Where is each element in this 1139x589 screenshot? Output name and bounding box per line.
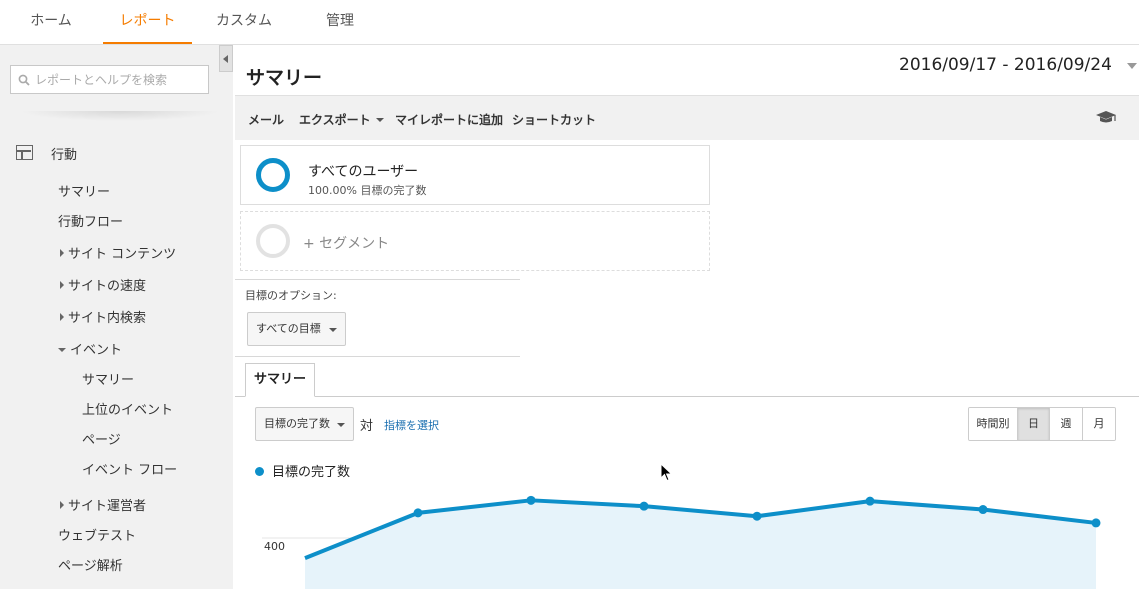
- nav-tab-admin[interactable]: 管理: [310, 0, 370, 44]
- data-point[interactable]: [978, 505, 988, 515]
- mouse-cursor-icon: [660, 463, 673, 482]
- behavior-icon: [16, 145, 33, 160]
- export-button[interactable]: エクスポート: [299, 111, 384, 128]
- date-range-picker[interactable]: 2016/09/17 - 2016/09/24: [895, 52, 1137, 82]
- legend-label: 目標の完了数: [272, 465, 351, 480]
- data-point[interactable]: [752, 511, 762, 521]
- chevron-down-icon: [375, 118, 384, 122]
- sidebar-item-events[interactable]: イベント: [58, 339, 122, 358]
- expand-arrow-icon: [60, 281, 64, 289]
- metric-select-dropdown[interactable]: 目標の完了数: [255, 407, 354, 441]
- segment-all-users[interactable]: すべてのユーザー 100.00% 目標の完了数: [240, 145, 710, 205]
- sidebar: 行動 サマリー 行動フロー サイト コンテンツ サイトの速度 サイト内検索 イベ…: [0, 45, 233, 589]
- shortcut-button[interactable]: ショートカット: [512, 111, 596, 128]
- expand-arrow-icon: [60, 501, 64, 509]
- sidebar-item-events-flow[interactable]: イベント フロー: [82, 459, 177, 478]
- segment-ring-icon: [256, 158, 290, 192]
- data-point[interactable]: [1091, 518, 1101, 528]
- search-icon: [18, 74, 30, 86]
- expand-arrow-icon: [60, 313, 64, 321]
- sidebar-section-behavior[interactable]: 行動: [51, 144, 77, 163]
- sidebar-item-site-search[interactable]: サイト内検索: [60, 307, 146, 326]
- goal-options-label: 目標のオプション:: [245, 289, 337, 302]
- search-box[interactable]: [10, 65, 209, 94]
- sidebar-item-label: サイト コンテンツ: [68, 247, 177, 262]
- nav-tab-reports[interactable]: レポート: [103, 0, 192, 44]
- sidebar-item-behavior-flow[interactable]: 行動フロー: [58, 211, 123, 230]
- tab-underline: [235, 396, 1139, 397]
- y-tick-label: 800: [264, 485, 285, 486]
- select-metric-link[interactable]: 指標を選択: [384, 417, 439, 433]
- sidebar-item-label: サイト運営者: [68, 499, 147, 514]
- search-input[interactable]: [35, 70, 205, 90]
- expand-arrow-icon: [60, 249, 64, 257]
- collapse-sidebar-button[interactable]: [219, 45, 233, 72]
- sidebar-item-label: サイトの速度: [68, 279, 147, 294]
- sidebar-item-pages[interactable]: ページ: [82, 429, 121, 448]
- granularity-week-button[interactable]: 週: [1049, 408, 1082, 440]
- chart-legend: 目標の完了数: [255, 461, 350, 480]
- sidebar-item-site-content[interactable]: サイト コンテンツ: [60, 243, 176, 262]
- granularity-day-button[interactable]: 日: [1017, 408, 1049, 440]
- sidebar-item-label: イベント: [70, 343, 123, 358]
- sidebar-item-experiments[interactable]: ウェブテスト: [58, 525, 136, 544]
- divider: [235, 279, 520, 280]
- sidebar-item-publisher[interactable]: サイト運営者: [60, 495, 146, 514]
- collapse-arrow-icon: [58, 348, 66, 352]
- granularity-month-button[interactable]: 月: [1082, 408, 1115, 440]
- data-point[interactable]: [413, 508, 423, 518]
- page-title: サマリー: [246, 67, 323, 89]
- email-button[interactable]: メール: [248, 111, 284, 128]
- data-point[interactable]: [526, 495, 536, 505]
- date-range-text: 2016/09/17 - 2016/09/24: [899, 55, 1112, 75]
- segment-subtitle: 100.00% 目標の完了数: [308, 184, 427, 197]
- metric-select-value: 目標の完了数: [264, 417, 330, 430]
- graduation-cap-icon[interactable]: [1095, 109, 1117, 125]
- sidebar-item-label: サイト内検索: [68, 311, 147, 326]
- goal-select-value: すべての目標: [256, 322, 321, 335]
- sidebar-item-summary[interactable]: サマリー: [58, 181, 110, 200]
- search-divider-shadow: [20, 111, 220, 121]
- chevron-down-icon: [1127, 63, 1137, 69]
- sidebar-item-site-speed[interactable]: サイトの速度: [60, 275, 146, 294]
- goal-select-dropdown[interactable]: すべての目標: [247, 312, 346, 346]
- add-segment-label: + セグメント: [303, 236, 390, 252]
- nav-tab-custom[interactable]: カスタム: [205, 0, 283, 44]
- data-point[interactable]: [865, 496, 875, 506]
- line-chart: 400 800: [262, 485, 1101, 589]
- versus-label: 対: [360, 419, 374, 434]
- sidebar-item-events-summary[interactable]: サマリー: [82, 369, 134, 388]
- divider: [235, 356, 520, 357]
- export-label: エクスポート: [299, 113, 371, 127]
- time-granularity-toggle: 時間別 日 週 月: [968, 407, 1116, 441]
- add-segment-button[interactable]: + セグメント: [240, 211, 710, 271]
- legend-dot: [255, 467, 264, 476]
- granularity-hourly-button[interactable]: 時間別: [969, 408, 1017, 440]
- tab-summary[interactable]: サマリー: [245, 363, 315, 397]
- sidebar-item-top-events[interactable]: 上位のイベント: [82, 399, 173, 418]
- segment-title: すべてのユーザー: [308, 164, 419, 180]
- empty-segment-ring-icon: [256, 224, 290, 258]
- nav-tab-home[interactable]: ホーム: [14, 0, 88, 44]
- add-to-my-report-button[interactable]: マイレポートに追加: [395, 111, 503, 128]
- chevron-left-icon: [223, 55, 228, 63]
- sidebar-item-page-analytics[interactable]: ページ解析: [58, 555, 123, 574]
- chevron-down-icon: [337, 423, 345, 427]
- chevron-down-icon: [329, 328, 337, 332]
- data-point[interactable]: [639, 501, 649, 511]
- report-toolbar: メール エクスポート マイレポートに追加 ショートカット: [235, 95, 1139, 140]
- y-tick-label: 400: [264, 540, 285, 553]
- top-navigation: ホーム レポート カスタム 管理: [0, 0, 1139, 45]
- main-content: サマリー 2016/09/17 - 2016/09/24 メール エクスポート …: [235, 45, 1139, 589]
